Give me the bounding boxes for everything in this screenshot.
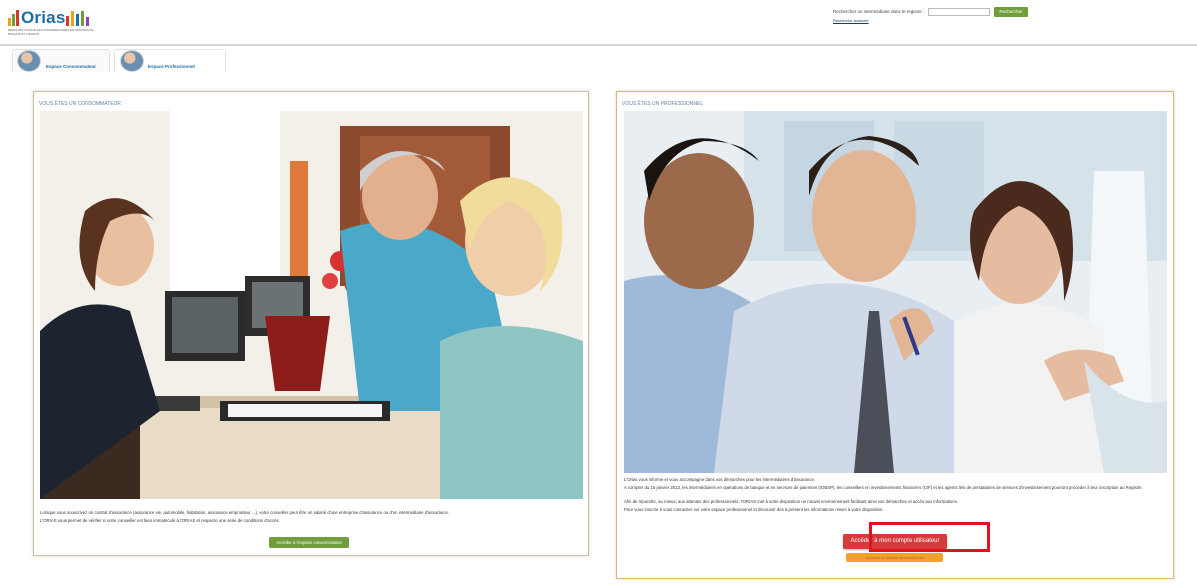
search-button[interactable]: Rechercher [994, 7, 1028, 17]
professional-paragraph-3: Afin de répondre, au mieux, aux attentes… [624, 499, 959, 504]
advanced-search-link[interactable]: Recherche avancée [833, 18, 869, 23]
orias-logo[interactable]: Orias REGISTRE UNIQUE DES INTERMEDIAIRES… [8, 8, 108, 38]
consumer-avatar-icon [17, 50, 41, 72]
professional-photo [624, 111, 1167, 473]
consumer-panel-title: VOUS ÊTES UN CONSOMMATEUR [39, 101, 121, 107]
site-header: Orias REGISTRE UNIQUE DES INTERMEDIAIRES… [0, 0, 1197, 44]
tab-consommateur[interactable]: Espace Consommateur [12, 49, 110, 72]
consumer-photo-illustration [40, 111, 583, 499]
space-tabs: Espace Consommateur Espace Professionnel [0, 46, 1197, 74]
professional-space-button[interactable]: Accéder à l'espace professionnel [846, 553, 943, 562]
tab-consommateur-label: Espace Consommateur [46, 64, 97, 69]
consumer-paragraph-2: L'ORIAS vous permet de vérifier si votre… [40, 518, 280, 523]
consumer-panel: VOUS ÊTES UN CONSOMMATEUR Lorsque vous s… [33, 91, 589, 556]
professional-paragraph-4: Pour vous inscrire à vous connecter sur … [624, 507, 884, 512]
consumer-space-button[interactable]: Accéder à l'espace consommateur [269, 537, 349, 548]
consumer-paragraph-1: Lorsque vous souscrivez un contrat d'ass… [40, 510, 449, 515]
logo-subtitle: REGISTRE UNIQUE DES INTERMEDIAIRES EN AS… [8, 28, 95, 36]
professional-photo-illustration [624, 111, 1167, 473]
professional-paragraph-1: L'Orias vous informe et vous accompagne … [624, 477, 816, 482]
user-account-button[interactable]: Accéder à mon compte utilisateur [843, 534, 947, 549]
logo-mark-icon [8, 10, 20, 26]
search-input[interactable] [928, 8, 990, 16]
tab-professionnel[interactable]: Espace Professionnel [114, 49, 226, 72]
logo-bars-icon [66, 11, 92, 26]
professional-panel-title: VOUS ÊTES UN PROFESSIONNEL [622, 101, 704, 107]
tab-professionnel-label: Espace Professionnel [148, 64, 195, 69]
consumer-photo [40, 111, 583, 499]
search-label: Rechercher un intermédiaire dans le regi… [833, 9, 925, 14]
professional-avatar-icon [120, 50, 144, 72]
logo-text: Orias [21, 8, 66, 27]
professional-paragraph-2: A compter du 15 janvier 2013, les interm… [624, 485, 1143, 490]
professional-panel: VOUS ÊTES UN PROFESSIONNEL L'Orias vous … [616, 91, 1174, 579]
